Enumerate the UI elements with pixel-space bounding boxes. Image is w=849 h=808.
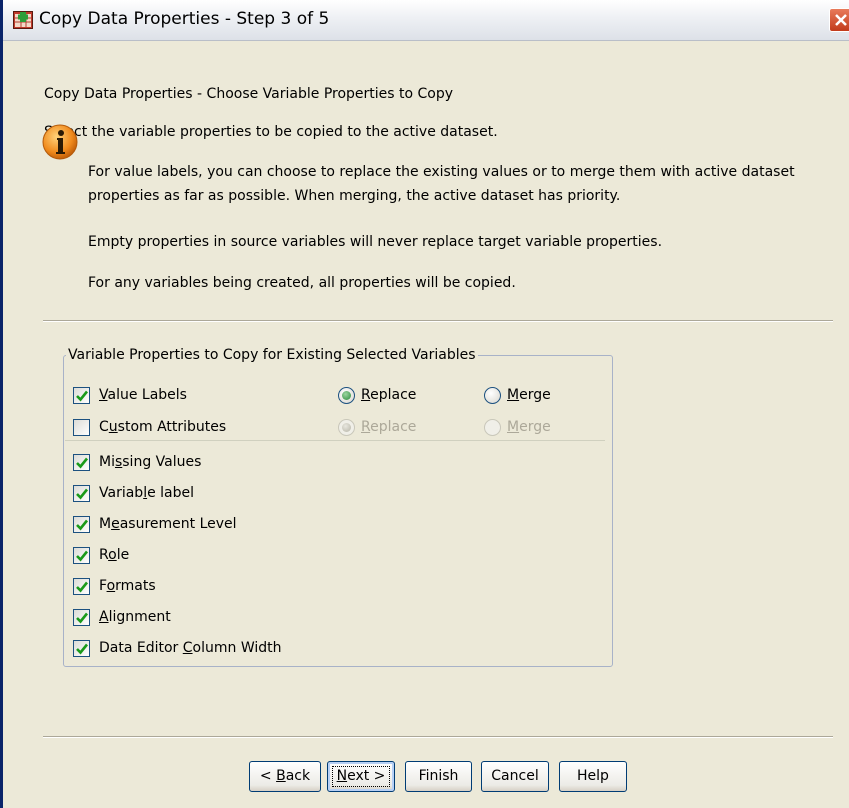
variable-label-label[interactable]: Variable label [99, 485, 194, 501]
checkmark-icon [76, 581, 89, 593]
focus-ring [332, 766, 390, 787]
next-button[interactable]: Next > [327, 761, 395, 792]
back-button[interactable]: < Back [249, 761, 321, 792]
custom-attributes-merge-radio [484, 419, 501, 436]
instruction-text: Select the variable properties to be cop… [44, 124, 498, 140]
info-note-empty: Empty properties in source variables wil… [88, 234, 663, 250]
info-line-2: properties as far as possible. When merg… [88, 188, 621, 204]
variable-label-checkbox[interactable] [73, 485, 90, 502]
value-labels-merge-radio[interactable] [484, 387, 501, 404]
column-width-checkbox[interactable] [73, 640, 90, 657]
formats-label[interactable]: Formats [99, 578, 156, 594]
header-separator [43, 320, 833, 322]
alignment-label[interactable]: Alignment [99, 609, 171, 625]
dialog-window: Copy Data Properties - Step 3 of 5 Copy … [0, 0, 849, 808]
missing-values-label[interactable]: Missing Values [99, 454, 201, 470]
help-button[interactable]: Help [559, 761, 627, 792]
group-legend: Variable Properties to Copy for Existing… [68, 347, 476, 363]
role-checkbox[interactable] [73, 547, 90, 564]
value-labels-checkbox[interactable] [73, 387, 90, 404]
title-bar[interactable]: Copy Data Properties - Step 3 of 5 [3, 0, 849, 41]
group-inner-separator [65, 440, 605, 441]
info-line-1: For value labels, you can choose to repl… [88, 164, 795, 180]
close-icon [835, 14, 847, 26]
checkmark-icon [76, 550, 89, 562]
custom-attributes-checkbox[interactable] [73, 419, 90, 436]
checkmark-icon [76, 519, 89, 531]
measurement-level-checkbox[interactable] [73, 516, 90, 533]
close-button[interactable] [829, 8, 849, 32]
checkmark-icon [76, 643, 89, 655]
dialog-content: Copy Data Properties - Choose Variable P… [3, 41, 849, 808]
measurement-level-label[interactable]: Measurement Level [99, 516, 237, 532]
finish-button[interactable]: Finish [405, 761, 472, 792]
checkmark-icon [76, 612, 89, 624]
checkmark-icon [76, 457, 89, 469]
info-icon [41, 123, 79, 161]
custom-attributes-replace-radio [338, 419, 355, 436]
info-note-created: For any variables being created, all pro… [88, 275, 516, 291]
column-width-label[interactable]: Data Editor Column Width [99, 640, 282, 656]
value-labels-replace-label[interactable]: Replace [361, 387, 416, 403]
spss-data-icon [13, 11, 33, 29]
footer-separator [43, 736, 833, 738]
custom-attributes-replace-label: Replace [361, 419, 417, 435]
alignment-checkbox[interactable] [73, 609, 90, 626]
value-labels-replace-radio[interactable] [338, 387, 355, 404]
role-label[interactable]: Role [99, 547, 129, 563]
window-title: Copy Data Properties - Step 3 of 5 [39, 9, 330, 29]
formats-checkbox[interactable] [73, 578, 90, 595]
value-labels-label[interactable]: Value Labels [99, 387, 187, 403]
missing-values-checkbox[interactable] [73, 454, 90, 471]
cancel-button[interactable]: Cancel [481, 761, 549, 792]
step-heading: Copy Data Properties - Choose Variable P… [44, 86, 454, 102]
custom-attributes-merge-label: Merge [507, 419, 551, 435]
custom-attributes-label[interactable]: Custom Attributes [99, 419, 226, 435]
checkmark-icon [76, 390, 89, 402]
value-labels-merge-label[interactable]: Merge [507, 387, 551, 403]
checkmark-icon [76, 488, 89, 500]
